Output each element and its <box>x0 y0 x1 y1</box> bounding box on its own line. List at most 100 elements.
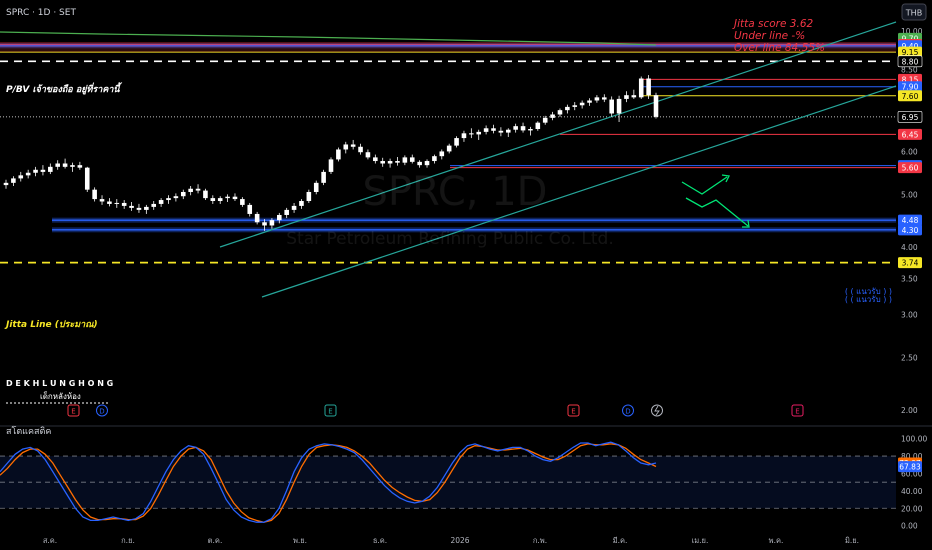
candle-body-56 <box>417 161 422 166</box>
currency-label: THB <box>905 9 922 18</box>
price-tick-6.00: 6.00 <box>901 147 918 156</box>
event-dividend-2[interactable]: D <box>622 404 634 417</box>
stoch-tick-0.00: 0.00 <box>901 522 918 531</box>
time-label-4: ธ.ค. <box>373 536 387 545</box>
price-badge-6.45: 6.45 <box>898 128 922 140</box>
candle-body-39 <box>291 205 297 210</box>
candle-body-27 <box>203 190 208 199</box>
candle-86 <box>638 76 644 99</box>
time-label-8: เม.ย. <box>692 536 709 545</box>
candle-body-88 <box>653 95 659 117</box>
candle-body-74 <box>550 114 555 118</box>
candle-body-13 <box>99 199 105 202</box>
candle-body-80 <box>594 97 600 101</box>
event-earnings-3[interactable]: E <box>567 404 580 417</box>
candle-body-15 <box>114 202 120 204</box>
stoch-tick-20.00: 20.00 <box>901 504 923 513</box>
candle-body-40 <box>299 201 304 206</box>
candle-body-11 <box>84 167 90 190</box>
candle-body-5 <box>40 169 46 172</box>
event-dividend-1[interactable]: D <box>96 404 108 417</box>
candle-body-58 <box>432 156 437 162</box>
candle-body-50 <box>373 157 378 162</box>
price-badge-4.30: 4.30 <box>898 224 922 236</box>
candle-body-64 <box>476 131 482 135</box>
candle-body-2 <box>18 175 24 179</box>
jitta-score: Jitta score 3.62 <box>732 18 814 30</box>
candle-body-20 <box>151 203 157 207</box>
candle-body-4 <box>33 169 38 173</box>
candle-body-72 <box>535 122 541 129</box>
candle-body-55 <box>409 157 415 162</box>
candle-body-47 <box>350 144 356 147</box>
candle-body-35 <box>262 222 267 226</box>
candle-45 <box>336 147 341 162</box>
price-tick-3.50: 3.50 <box>901 274 918 283</box>
candle-body-41 <box>306 191 312 202</box>
candle-body-85 <box>631 95 637 98</box>
chart-canvas[interactable]: 10.008.506.005.004.003.503.002.502.00100… <box>0 0 932 550</box>
candle-body-25 <box>188 188 193 192</box>
brand-subtitle: เด็กหลังห้อง <box>40 391 81 401</box>
candle-body-67 <box>498 130 504 133</box>
price-tick-5.00: 5.00 <box>901 190 918 199</box>
watermark-company: Star Petroleum Refining Public Co. Ltd. <box>286 229 613 249</box>
candle-body-87 <box>646 78 651 96</box>
stoch-band <box>0 456 896 509</box>
price-badge-4.48: 4.48 <box>898 214 922 226</box>
svg-text:D: D <box>625 408 630 416</box>
candle-body-17 <box>129 205 134 208</box>
candle-body-1 <box>11 178 16 183</box>
event-earnings-1[interactable]: E <box>67 404 80 417</box>
candle-body-10 <box>77 165 83 168</box>
time-label-2: ต.ค. <box>208 536 223 545</box>
candle-body-75 <box>557 110 563 115</box>
stoch-tick-40.00: 40.00 <box>901 487 923 496</box>
candle-body-69 <box>513 126 518 130</box>
watermark-ticker: SPRC, 1D <box>363 169 548 215</box>
jitta-line-label: Jitta Line (ประมาณ) <box>4 320 98 330</box>
candle-body-12 <box>92 189 97 200</box>
candle-body-52 <box>387 161 393 164</box>
candle-body-45 <box>336 149 341 160</box>
time-label-0: ส.ค. <box>43 536 57 545</box>
time-label-3: พ.ย. <box>293 536 307 545</box>
candle-body-33 <box>247 204 253 214</box>
currency-badge[interactable]: THB <box>901 3 927 21</box>
candle-body-60 <box>446 145 452 152</box>
stoch-title: สโตแคสติค <box>6 426 51 437</box>
svg-text:E: E <box>328 408 332 416</box>
candle-body-3 <box>25 172 31 176</box>
price-tick-3.00: 3.00 <box>901 311 918 320</box>
event-split-icon[interactable] <box>651 404 663 417</box>
candle-body-29 <box>217 198 223 202</box>
event-earnings-4[interactable]: E <box>791 404 804 417</box>
candle-body-77 <box>572 105 578 107</box>
candle-body-9 <box>70 165 75 167</box>
time-label-1: ก.ย. <box>121 536 135 545</box>
price-badge-7.60: 7.60 <box>898 90 922 102</box>
candle-body-19 <box>144 206 149 210</box>
jitta-under-line: Under line -% <box>734 30 805 42</box>
stoch-tick-100.00: 100.00 <box>901 435 927 444</box>
svg-text:E: E <box>71 408 75 416</box>
candle-body-83 <box>616 98 622 114</box>
candle-body-86 <box>638 78 644 98</box>
candle-body-71 <box>528 128 533 131</box>
candle-body-23 <box>173 196 179 199</box>
candle-body-43 <box>321 171 326 183</box>
candle-body-7 <box>55 163 60 167</box>
price-badge-text-6.45: 6.45 <box>902 130 919 139</box>
candle-body-70 <box>520 126 526 131</box>
candle-body-24 <box>180 191 186 197</box>
candle-body-53 <box>395 161 400 163</box>
brand-name: D E K H L U N G H O N G <box>6 379 113 388</box>
price-badge-6.95: 6.95 <box>897 111 923 123</box>
candle-body-81 <box>602 97 607 100</box>
support-label-lower: ( ( แนวรับ ) ) <box>845 295 892 304</box>
event-earnings-2[interactable]: E <box>324 404 337 417</box>
candle-43 <box>321 169 326 186</box>
stoch-d-badge: 67.83 <box>898 461 922 473</box>
price-badge-text-3.74: 3.74 <box>902 259 919 268</box>
candle-body-73 <box>542 117 548 123</box>
